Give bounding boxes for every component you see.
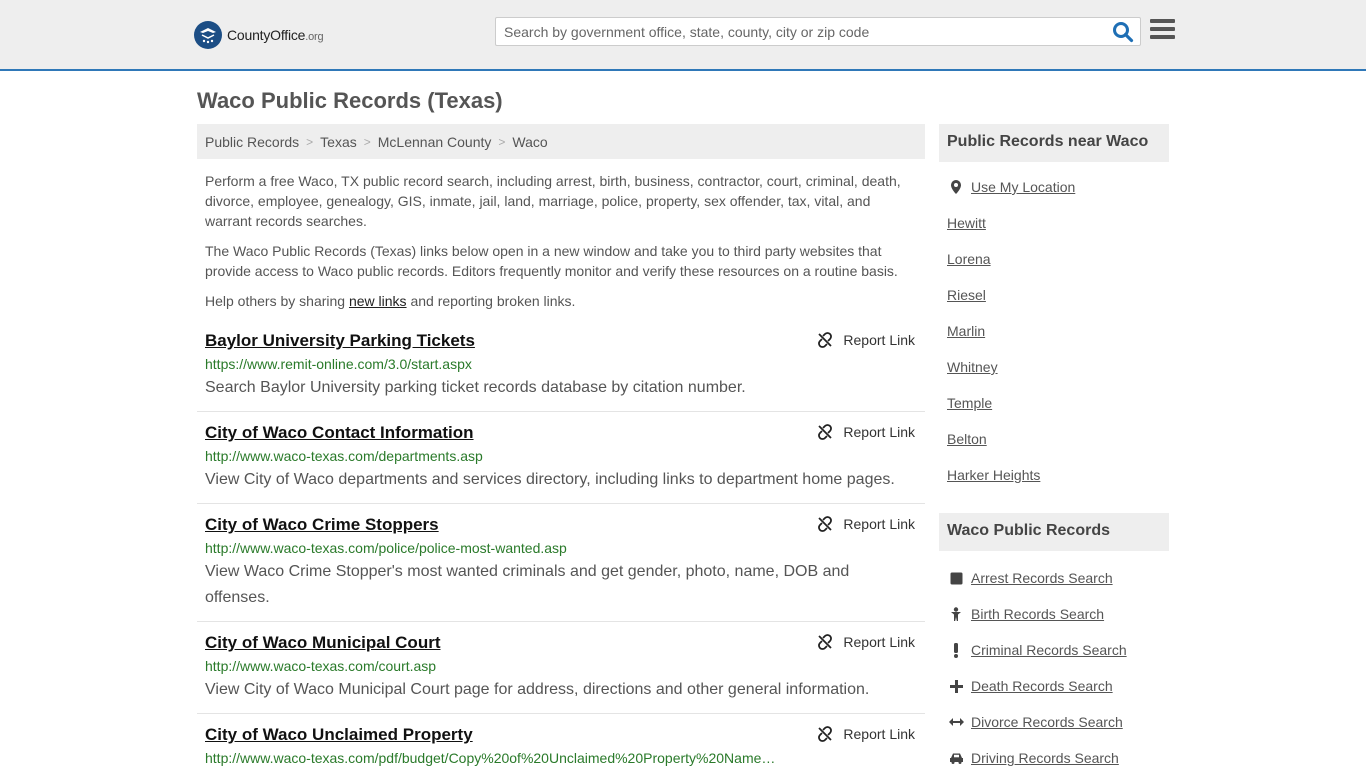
listing-url: http://www.waco-texas.com/pdf/budget/Cop… [205,750,776,766]
new-links-link[interactable]: new links [349,293,407,309]
breadcrumb-waco[interactable]: Waco [512,134,547,150]
list-item: City of Waco Contact Information Report … [197,412,925,504]
city-link-marlin[interactable]: Marlin [947,323,985,339]
list-item: Criminal Records Search [947,632,1169,668]
hamburger-menu-icon[interactable] [1150,19,1175,41]
list-item: Death Records Search [947,668,1169,704]
list-item: City of Waco Crime Stoppers Report Link … [197,504,925,622]
record-types-list: Arrest Records Search Birth Records Sear… [947,560,1169,768]
arrest-records-link[interactable]: Arrest Records Search [971,570,1113,586]
near-records-heading: Public Records near Waco [939,124,1169,162]
listing-url: http://www.waco-texas.com/police/police-… [205,540,567,556]
broken-link-icon [818,424,833,440]
share-links-note: Help others by sharing new links and rep… [205,293,576,309]
broken-link-icon [818,726,833,742]
listing-description: View City of Waco departments and servic… [205,471,895,488]
listing-description: View City of Waco Municipal Court page f… [205,681,870,698]
listing-title-link[interactable]: Baylor University Parking Tickets [205,330,475,352]
listing-description: Search Baylor University parking ticket … [205,379,746,396]
logo-text: CountyOffice.org [227,27,324,43]
list-item: Harker Heights [947,457,1169,493]
breadcrumb-separator: > [306,134,314,149]
arrows-h-icon [947,717,965,727]
report-link-button[interactable]: Report Link [817,516,915,532]
birth-records-link[interactable]: Birth Records Search [971,606,1104,622]
breadcrumb: Public Records > Texas > McLennan County… [197,124,925,159]
listing-title-link[interactable]: City of Waco Unclaimed Property [205,724,473,746]
list-item: Baylor University Parking Tickets Report… [197,320,925,412]
report-link-button[interactable]: Report Link [817,726,915,742]
list-item: Marlin [947,313,1169,349]
list-item: Driving Records Search [947,740,1169,768]
city-link-riesel[interactable]: Riesel [947,287,986,303]
report-link-button[interactable]: Report Link [817,634,915,650]
city-link-lorena[interactable]: Lorena [947,251,991,267]
list-item: Divorce Records Search [947,704,1169,740]
report-link-label: Report Link [843,516,915,532]
divorce-records-link[interactable]: Divorce Records Search [971,714,1123,730]
baby-icon [947,606,965,622]
breadcrumb-separator: > [498,134,506,149]
listing-description: View Waco Crime Stopper's most wanted cr… [205,563,850,606]
report-link-button[interactable]: Report Link [817,332,915,348]
waco-records-heading: Waco Public Records [939,513,1169,551]
list-item: Hewitt [947,205,1169,241]
seal-icon [194,21,222,49]
breadcrumb-separator: > [363,134,371,149]
list-item: Lorena [947,241,1169,277]
list-item: City of Waco Unclaimed Property Report L… [197,714,925,768]
use-my-location-link[interactable]: Use My Location [971,179,1075,195]
breadcrumb-texas[interactable]: Texas [320,134,357,150]
listing-url: https://www.remit-online.com/3.0/start.a… [205,356,472,372]
city-link-belton[interactable]: Belton [947,431,987,447]
report-link-label: Report Link [843,424,915,440]
broken-link-icon [818,516,833,532]
list-item: Riesel [947,277,1169,313]
search-input[interactable] [496,18,1106,45]
site-logo[interactable]: CountyOffice.org [194,20,324,50]
exclamation-icon [947,642,965,658]
records-list: Baylor University Parking Tickets Report… [197,320,925,768]
city-link-temple[interactable]: Temple [947,395,992,411]
listing-title-link[interactable]: City of Waco Crime Stoppers [205,514,439,536]
list-item: Temple [947,385,1169,421]
city-link-whitney[interactable]: Whitney [947,359,998,375]
intro-paragraph: The Waco Public Records (Texas) links be… [205,243,898,279]
list-item: Belton [947,421,1169,457]
death-records-link[interactable]: Death Records Search [971,678,1113,694]
broken-link-icon [818,332,833,348]
city-link-hewitt[interactable]: Hewitt [947,215,986,231]
intro-paragraph: Perform a free Waco, TX public record se… [205,173,901,229]
report-link-label: Report Link [843,634,915,650]
list-item: City of Waco Municipal Court Report Link… [197,622,925,714]
breadcrumb-mclennan-county[interactable]: McLennan County [378,134,492,150]
listing-title-link[interactable]: City of Waco Municipal Court [205,632,440,654]
search-box [495,17,1141,46]
listing-url: http://www.waco-texas.com/court.asp [205,658,437,674]
breadcrumb-public-records[interactable]: Public Records [205,134,299,150]
broken-link-icon [818,634,833,650]
cross-icon [947,679,965,693]
driving-records-link[interactable]: Driving Records Search [971,750,1119,766]
search-icon[interactable] [1112,21,1134,43]
square-icon [947,572,965,585]
listing-url: http://www.waco-texas.com/departments.as… [205,448,483,464]
list-item: Birth Records Search [947,596,1169,632]
criminal-records-link[interactable]: Criminal Records Search [971,642,1127,658]
listing-title-link[interactable]: City of Waco Contact Information [205,422,474,444]
report-link-button[interactable]: Report Link [817,424,915,440]
city-link-harker-heights[interactable]: Harker Heights [947,467,1040,483]
report-link-label: Report Link [843,332,915,348]
site-header: CountyOffice.org [0,0,1366,71]
near-cities-list: Use My Location Hewitt Lorena Riesel Mar… [947,169,1169,493]
list-item: Whitney [947,349,1169,385]
page-title: Waco Public Records (Texas) [197,88,503,113]
use-location-item: Use My Location [947,169,1169,205]
intro-text: Perform a free Waco, TX public record se… [205,171,917,321]
list-item: Arrest Records Search [947,560,1169,596]
car-icon [947,752,965,764]
report-link-label: Report Link [843,726,915,742]
map-marker-icon [947,180,965,194]
